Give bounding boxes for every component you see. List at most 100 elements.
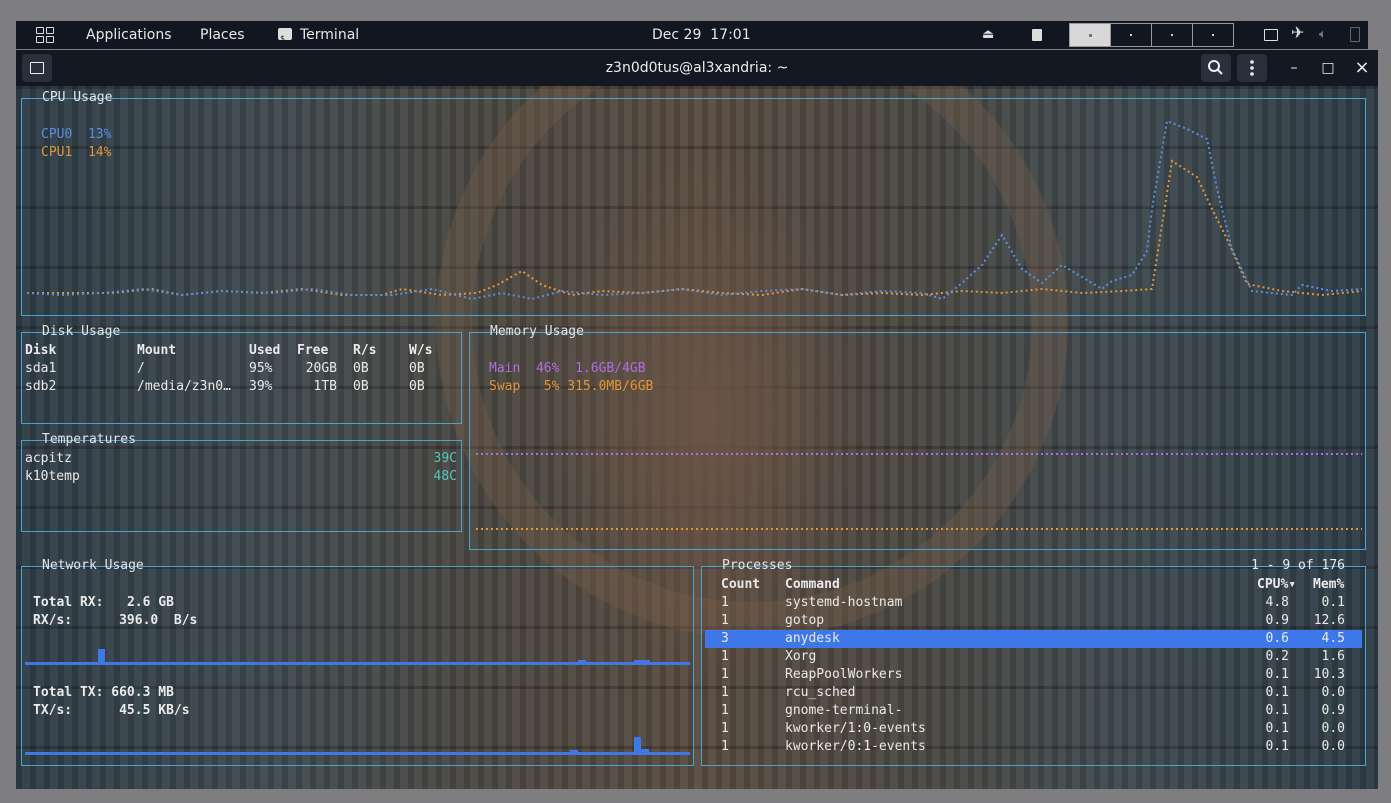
- proc-count: 1: [721, 721, 729, 736]
- tx-baseline: [25, 752, 690, 755]
- rx-spike-2: [578, 660, 586, 665]
- disk-row-2-disk: sdb2: [25, 379, 57, 394]
- disk-row-1-mount: /: [137, 361, 145, 376]
- workspace-4[interactable]: [1193, 24, 1233, 46]
- proc-header-cpu[interactable]: CPU%▾: [1257, 576, 1296, 594]
- terminal-app-label: Terminal: [300, 27, 360, 43]
- disk-row-2-mount: /media/z3n0…: [137, 379, 231, 394]
- processes-range: 1 - 9 of 176: [1251, 558, 1345, 573]
- disk-row-1-free: 20GB: [305, 361, 337, 376]
- screen-icon[interactable]: [1264, 29, 1278, 41]
- search-button[interactable]: [1201, 54, 1231, 82]
- close-button[interactable]: ×: [1349, 54, 1375, 82]
- proc-mem: 0.9: [1321, 703, 1345, 718]
- volume-icon[interactable]: 🔈︎: [1319, 28, 1327, 42]
- proc-cpu: 0.1: [1265, 667, 1289, 682]
- proc-cpu: 0.2: [1265, 649, 1289, 664]
- disk-row-1-ws: 0B: [409, 361, 425, 376]
- proc-command: ReapPoolWorkers: [785, 667, 903, 682]
- terminal-title-bar: z3n0d0tus@al3xandria: ~ – □ ×: [16, 50, 1378, 86]
- proc-command: systemd-hostnam: [785, 595, 903, 610]
- temp-acpitz-value: 39C: [433, 451, 457, 466]
- tx-spike-2: [634, 737, 641, 755]
- proc-cpu: 0.1: [1265, 721, 1289, 736]
- proc-command: anydesk: [785, 631, 840, 646]
- proc-count: 1: [721, 703, 729, 718]
- proc-header-mem[interactable]: Mem%: [1313, 576, 1344, 594]
- disk-row-2-free: 1TB: [313, 379, 337, 394]
- disk-header-disk: Disk: [25, 343, 57, 358]
- proc-cpu: 4.8: [1265, 595, 1289, 610]
- proc-header-count[interactable]: Count: [721, 576, 760, 594]
- proc-command: Xorg: [785, 649, 817, 664]
- menu-button[interactable]: [1237, 54, 1267, 82]
- network-usage-panel: Network Usage Total RX: 2.6 GB RX/s: 396…: [21, 558, 694, 766]
- proc-mem: 0.0: [1321, 721, 1345, 736]
- proc-command: kworker/1:0-events: [785, 721, 926, 736]
- cpu-graph: [26, 119, 1363, 301]
- rx-baseline: [25, 662, 690, 665]
- workspace-switcher[interactable]: [1069, 23, 1234, 47]
- proc-command: rcu_sched: [785, 685, 856, 700]
- proc-cpu: 0.1: [1265, 703, 1289, 718]
- minimize-button[interactable]: –: [1281, 54, 1307, 82]
- proc-count: 1: [721, 595, 729, 610]
- eject-icon[interactable]: ⏏: [982, 28, 994, 42]
- applications-menu[interactable]: Applications: [86, 21, 172, 49]
- workspace-3[interactable]: [1152, 24, 1193, 46]
- kebab-menu-icon: [1250, 60, 1254, 76]
- terminal-area[interactable]: CPU Usage CPU0 13% CPU1 14% Disk Usage D…: [16, 86, 1378, 789]
- proc-count: 1: [721, 739, 729, 754]
- proc-count: 1: [721, 613, 729, 628]
- grid-icon[interactable]: [36, 27, 54, 43]
- proc-mem: 1.6: [1321, 649, 1345, 664]
- terminal-icon: [278, 25, 292, 53]
- cpu0-line: [26, 119, 1363, 301]
- document-icon[interactable]: [1032, 29, 1042, 41]
- window-title: z3n0d0tus@al3xandria: ~: [605, 60, 789, 76]
- proc-mem: 0.0: [1321, 739, 1345, 754]
- clock-date: Dec 29: [652, 27, 702, 43]
- proc-mem: 0.1: [1321, 595, 1345, 610]
- disk-row-1-rs: 0B: [353, 361, 369, 376]
- clock[interactable]: Dec 29 17:01: [652, 21, 751, 49]
- proc-header-command[interactable]: Command: [785, 576, 840, 594]
- temp-k10temp-value: 48C: [433, 469, 457, 484]
- workspace-2[interactable]: [1111, 24, 1152, 46]
- disk-header-mount: Mount: [137, 343, 177, 358]
- memory-usage-panel: Memory Usage Main 46% 1.6GB/4GB Swap 5% …: [469, 324, 1366, 550]
- workspace-1[interactable]: [1070, 24, 1111, 46]
- disk-header-rs: R/s: [353, 343, 377, 358]
- proc-command: kworker/0:1-events: [785, 739, 926, 754]
- temp-k10temp-name: k10temp: [25, 469, 80, 484]
- terminal-app-menu[interactable]: Terminal: [278, 21, 360, 53]
- proc-mem: 10.3: [1313, 667, 1345, 682]
- tx-spike-1: [570, 750, 578, 755]
- proc-count: 1: [721, 667, 729, 682]
- cpu-usage-panel: CPU Usage CPU0 13% CPU1 14%: [21, 90, 1366, 316]
- memory-graph: [476, 453, 1362, 530]
- disk-header-free: Free: [297, 343, 329, 358]
- disk-header-used: Used: [249, 343, 281, 358]
- cpu1-line: [27, 159, 1363, 297]
- places-menu[interactable]: Places: [200, 21, 245, 49]
- disk-row-2-ws: 0B: [409, 379, 425, 394]
- proc-count: 3: [721, 631, 729, 646]
- proc-count: 1: [721, 649, 729, 664]
- tx-spike-3: [641, 749, 649, 755]
- temp-acpitz-name: acpitz: [25, 451, 72, 466]
- maximize-button[interactable]: □: [1315, 54, 1341, 82]
- airplane-icon[interactable]: ✈: [1291, 25, 1304, 41]
- temperatures-panel: Temperatures acpitz 39C k10temp 48C: [21, 432, 462, 532]
- proc-cpu: 0.6: [1265, 631, 1289, 646]
- rx-spike-1: [98, 649, 105, 665]
- battery-icon[interactable]: [1350, 27, 1360, 42]
- disk-row-2-used: 39%: [249, 379, 273, 394]
- proc-cpu: 0.1: [1265, 685, 1289, 700]
- proc-mem: 4.5: [1321, 631, 1345, 646]
- search-icon: [1208, 60, 1223, 75]
- proc-command: gnome-terminal-: [785, 703, 903, 718]
- proc-cpu: 0.9: [1265, 613, 1289, 628]
- proc-mem: 12.6: [1313, 613, 1345, 628]
- rx-spike-3: [634, 660, 650, 665]
